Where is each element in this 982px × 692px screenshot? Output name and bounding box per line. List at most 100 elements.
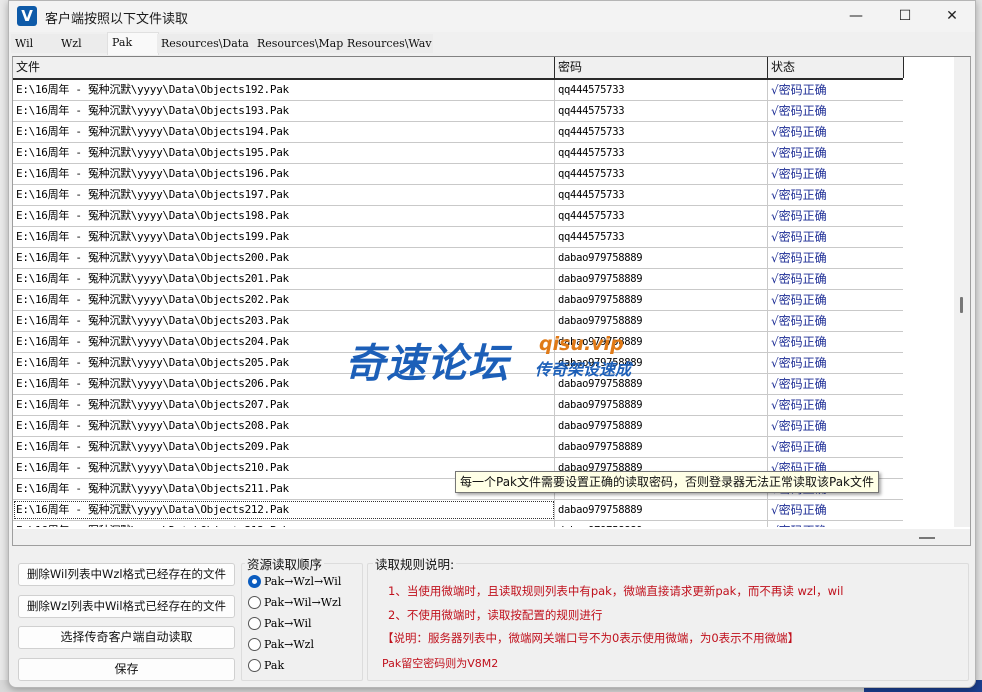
auto-read-client-button[interactable]: 选择传奇客户端自动读取 [18,626,235,649]
horizontal-scrollbar[interactable] [13,529,970,545]
status-cell[interactable]: √密码正确 [768,353,903,373]
file-cell[interactable]: E:\16周年 - 冤种沉默\yyyy\Data\Objects212.Pak [13,500,555,520]
password-cell[interactable]: dabao979758889 [555,311,768,331]
column-header-file[interactable]: 文件 [13,57,555,78]
password-cell[interactable]: qq444575733 [555,80,768,100]
table-row[interactable]: E:\16周年 - 冤种沉默\yyyy\Data\Objects201.Pak d… [13,269,903,290]
table-row[interactable]: E:\16周年 - 冤种沉默\yyyy\Data\Objects194.Pak q… [13,122,903,143]
password-cell[interactable]: qq444575733 [555,164,768,184]
file-cell[interactable]: E:\16周年 - 冤种沉默\yyyy\Data\Objects199.Pak [13,227,555,247]
status-cell[interactable]: √密码正确 [768,206,903,226]
password-cell[interactable]: dabao979758889 [555,332,768,352]
close-button[interactable]: ✕ [929,1,975,32]
table-row[interactable]: E:\16周年 - 冤种沉默\yyyy\Data\Objects195.Pak q… [13,143,903,164]
delete-wzl-wil-button[interactable]: 删除Wzl列表中Wil格式已经存在的文件 [18,595,235,618]
status-cell[interactable]: √密码正确 [768,290,903,310]
password-cell[interactable]: dabao979758889 [555,500,768,520]
file-cell[interactable]: E:\16周年 - 冤种沉默\yyyy\Data\Objects202.Pak [13,290,555,310]
minimize-button[interactable]: — [833,1,879,32]
table-row[interactable]: E:\16周年 - 冤种沉默\yyyy\Data\Objects203.Pak d… [13,311,903,332]
password-cell[interactable]: dabao979758889 [555,521,768,527]
status-cell[interactable]: √密码正确 [768,269,903,289]
file-cell[interactable]: E:\16周年 - 冤种沉默\yyyy\Data\Objects200.Pak [13,248,555,268]
radio-unchecked-icon[interactable] [248,658,261,672]
file-cell[interactable]: E:\16周年 - 冤种沉默\yyyy\Data\Objects207.Pak [13,395,555,415]
password-cell[interactable]: dabao979758889 [555,290,768,310]
status-cell[interactable]: √密码正确 [768,143,903,163]
status-cell[interactable]: √密码正确 [768,374,903,394]
password-cell[interactable]: qq444575733 [555,185,768,205]
file-cell[interactable]: E:\16周年 - 冤种沉默\yyyy\Data\Objects194.Pak [13,122,555,142]
password-cell[interactable]: dabao979758889 [555,269,768,289]
vertical-scroll-thumb[interactable] [960,297,963,313]
password-cell[interactable]: qq444575733 [555,206,768,226]
file-cell[interactable]: E:\16周年 - 冤种沉默\yyyy\Data\Objects195.Pak [13,143,555,163]
table-row[interactable]: E:\16周年 - 冤种沉默\yyyy\Data\Objects208.Pak d… [13,416,903,437]
table-row[interactable]: E:\16周年 - 冤种沉默\yyyy\Data\Objects206.Pak d… [13,374,903,395]
read-order-option[interactable]: Pak→Wil [248,615,312,633]
password-cell[interactable]: qq444575733 [555,143,768,163]
file-cell[interactable]: E:\16周年 - 冤种沉默\yyyy\Data\Objects213.Pak [13,521,555,527]
read-order-option[interactable]: Pak→Wzl [248,636,314,654]
status-cell[interactable]: √密码正确 [768,500,903,520]
password-cell[interactable]: dabao979758889 [555,416,768,436]
read-order-option[interactable]: Pak→Wil→Wzl [248,594,341,612]
maximize-button[interactable]: ☐ [882,1,928,32]
password-cell[interactable]: qq444575733 [555,122,768,142]
status-cell[interactable]: √密码正确 [768,80,903,100]
table-row[interactable]: E:\16周年 - 冤种沉默\yyyy\Data\Objects205.Pak d… [13,353,903,374]
table-row[interactable]: E:\16周年 - 冤种沉默\yyyy\Data\Objects204.Pak d… [13,332,903,353]
password-cell[interactable]: qq444575733 [555,227,768,247]
tab-wil[interactable]: Wil [11,34,59,53]
status-cell[interactable]: √密码正确 [768,521,903,527]
status-cell[interactable]: √密码正确 [768,332,903,352]
status-cell[interactable]: √密码正确 [768,437,903,457]
tab-resources-map[interactable]: Resources\Map [253,34,343,53]
status-cell[interactable]: √密码正确 [768,311,903,331]
status-cell[interactable]: √密码正确 [768,395,903,415]
column-header-status[interactable]: 状态 [768,57,904,78]
file-cell[interactable]: E:\16周年 - 冤种沉默\yyyy\Data\Objects206.Pak [13,374,555,394]
tab-wzl[interactable]: Wzl [57,34,113,53]
file-cell[interactable]: E:\16周年 - 冤种沉默\yyyy\Data\Objects203.Pak [13,311,555,331]
read-order-option[interactable]: Pak→Wzl→Wil [248,573,341,591]
delete-wil-wzl-button[interactable]: 删除Wil列表中Wzl格式已经存在的文件 [18,563,235,586]
file-cell[interactable]: E:\16周年 - 冤种沉默\yyyy\Data\Objects198.Pak [13,206,555,226]
radio-unchecked-icon[interactable] [248,595,261,609]
table-row[interactable]: E:\16周年 - 冤种沉默\yyyy\Data\Objects209.Pak d… [13,437,903,458]
file-cell[interactable]: E:\16周年 - 冤种沉默\yyyy\Data\Objects192.Pak [13,80,555,100]
tab-pak[interactable]: Pak [107,32,159,55]
status-cell[interactable]: √密码正确 [768,101,903,121]
status-cell[interactable]: √密码正确 [768,164,903,184]
table-row[interactable]: E:\16周年 - 冤种沉默\yyyy\Data\Objects212.Pak d… [13,500,903,521]
tab-resources-data[interactable]: Resources\Data [157,34,253,53]
file-cell[interactable]: E:\16周年 - 冤种沉默\yyyy\Data\Objects208.Pak [13,416,555,436]
status-cell[interactable]: √密码正确 [768,227,903,247]
table-row[interactable]: E:\16周年 - 冤种沉默\yyyy\Data\Objects198.Pak q… [13,206,903,227]
file-cell[interactable]: E:\16周年 - 冤种沉默\yyyy\Data\Objects209.Pak [13,437,555,457]
table-row[interactable]: E:\16周年 - 冤种沉默\yyyy\Data\Objects199.Pak q… [13,227,903,248]
password-cell[interactable]: dabao979758889 [555,353,768,373]
table-row[interactable]: E:\16周年 - 冤种沉默\yyyy\Data\Objects192.Pak q… [13,80,903,101]
file-cell[interactable]: E:\16周年 - 冤种沉默\yyyy\Data\Objects197.Pak [13,185,555,205]
tab-resources-wav[interactable]: Resources\Wav [343,34,433,53]
table-row[interactable]: E:\16周年 - 冤种沉默\yyyy\Data\Objects213.Pakd… [13,521,903,527]
password-cell[interactable]: dabao979758889 [555,248,768,268]
password-cell[interactable]: dabao979758889 [555,374,768,394]
save-button[interactable]: 保存 [18,658,235,681]
read-order-option[interactable]: Pak [248,657,284,675]
table-row[interactable]: E:\16周年 - 冤种沉默\yyyy\Data\Objects202.Pak d… [13,290,903,311]
radio-unchecked-icon[interactable] [248,616,261,630]
status-cell[interactable]: √密码正确 [768,122,903,142]
table-row[interactable]: E:\16周年 - 冤种沉默\yyyy\Data\Objects207.Pak d… [13,395,903,416]
file-cell[interactable]: E:\16周年 - 冤种沉默\yyyy\Data\Objects196.Pak [13,164,555,184]
radio-unchecked-icon[interactable] [248,637,261,651]
file-cell[interactable]: E:\16周年 - 冤种沉默\yyyy\Data\Objects193.Pak [13,101,555,121]
table-row[interactable]: E:\16周年 - 冤种沉默\yyyy\Data\Objects197.Pak q… [13,185,903,206]
file-cell[interactable]: E:\16周年 - 冤种沉默\yyyy\Data\Objects201.Pak [13,269,555,289]
status-cell[interactable]: √密码正确 [768,185,903,205]
radio-checked-icon[interactable] [248,574,261,588]
table-row[interactable]: E:\16周年 - 冤种沉默\yyyy\Data\Objects193.Pak q… [13,101,903,122]
horizontal-scroll-thumb[interactable] [919,537,935,539]
file-cell[interactable]: E:\16周年 - 冤种沉默\yyyy\Data\Objects204.Pak [13,332,555,352]
